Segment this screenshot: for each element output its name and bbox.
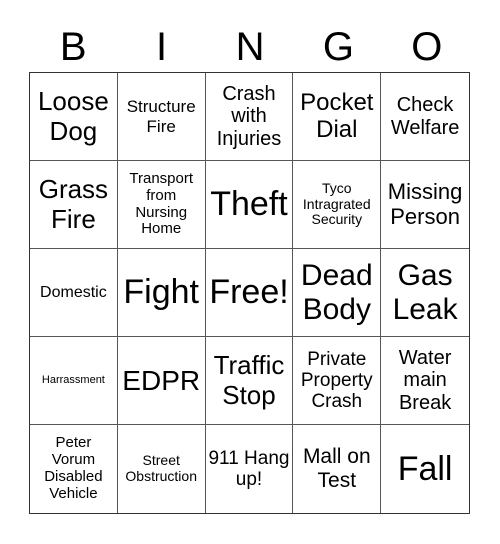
bingo-cell[interactable]: Private Property Crash <box>293 337 382 425</box>
bingo-header: B I N G O <box>29 22 471 72</box>
header-letter-b: B <box>59 25 87 69</box>
bingo-cell[interactable]: Pocket Dial <box>293 73 382 161</box>
header-letter-n: N <box>235 25 265 69</box>
bingo-cell[interactable]: Fall <box>381 425 469 513</box>
bingo-cell[interactable]: Transport from Nursing Home <box>117 161 206 249</box>
bingo-cell[interactable]: Loose Dog <box>30 73 118 161</box>
header-letter-g: G <box>322 25 354 69</box>
bingo-cell[interactable]: Domestic <box>30 249 118 337</box>
bingo-cell[interactable]: EDPR <box>117 337 206 425</box>
bingo-cell[interactable]: Street Obstruction <box>118 425 206 513</box>
bingo-cell[interactable]: Fight <box>117 249 206 337</box>
bingo-card-grid: Loose Dog Structure Fire Crash with Inju… <box>29 72 470 514</box>
bingo-cell[interactable]: Dead Body <box>293 249 382 337</box>
bingo-cell[interactable]: Tyco Intragrated Security <box>293 161 382 249</box>
bingo-cell[interactable]: Crash with Injuries <box>205 73 294 161</box>
bingo-cell[interactable]: Missing Person <box>381 161 469 249</box>
bingo-cell[interactable]: Water main Break <box>381 337 469 425</box>
bingo-cell[interactable]: Structure Fire <box>117 73 206 161</box>
bingo-cell[interactable]: 911 Hang up! <box>206 425 294 513</box>
bingo-cell[interactable]: Harrassment <box>30 337 118 425</box>
bingo-cell[interactable]: Peter Vorum Disabled Vehicle <box>30 425 118 513</box>
free-space-cell[interactable]: Free! <box>205 249 294 337</box>
bingo-cell[interactable]: Traffic Stop <box>205 337 294 425</box>
bingo-cell[interactable]: Gas Leak <box>381 249 469 337</box>
bingo-cell[interactable]: Theft <box>205 161 294 249</box>
header-letter-i: I <box>156 25 168 69</box>
bingo-cell[interactable]: Check Welfare <box>381 73 469 161</box>
bingo-cell[interactable]: Grass Fire <box>30 161 118 249</box>
bingo-cell[interactable]: Mall on Test <box>293 425 382 513</box>
header-letter-o: O <box>411 25 443 69</box>
